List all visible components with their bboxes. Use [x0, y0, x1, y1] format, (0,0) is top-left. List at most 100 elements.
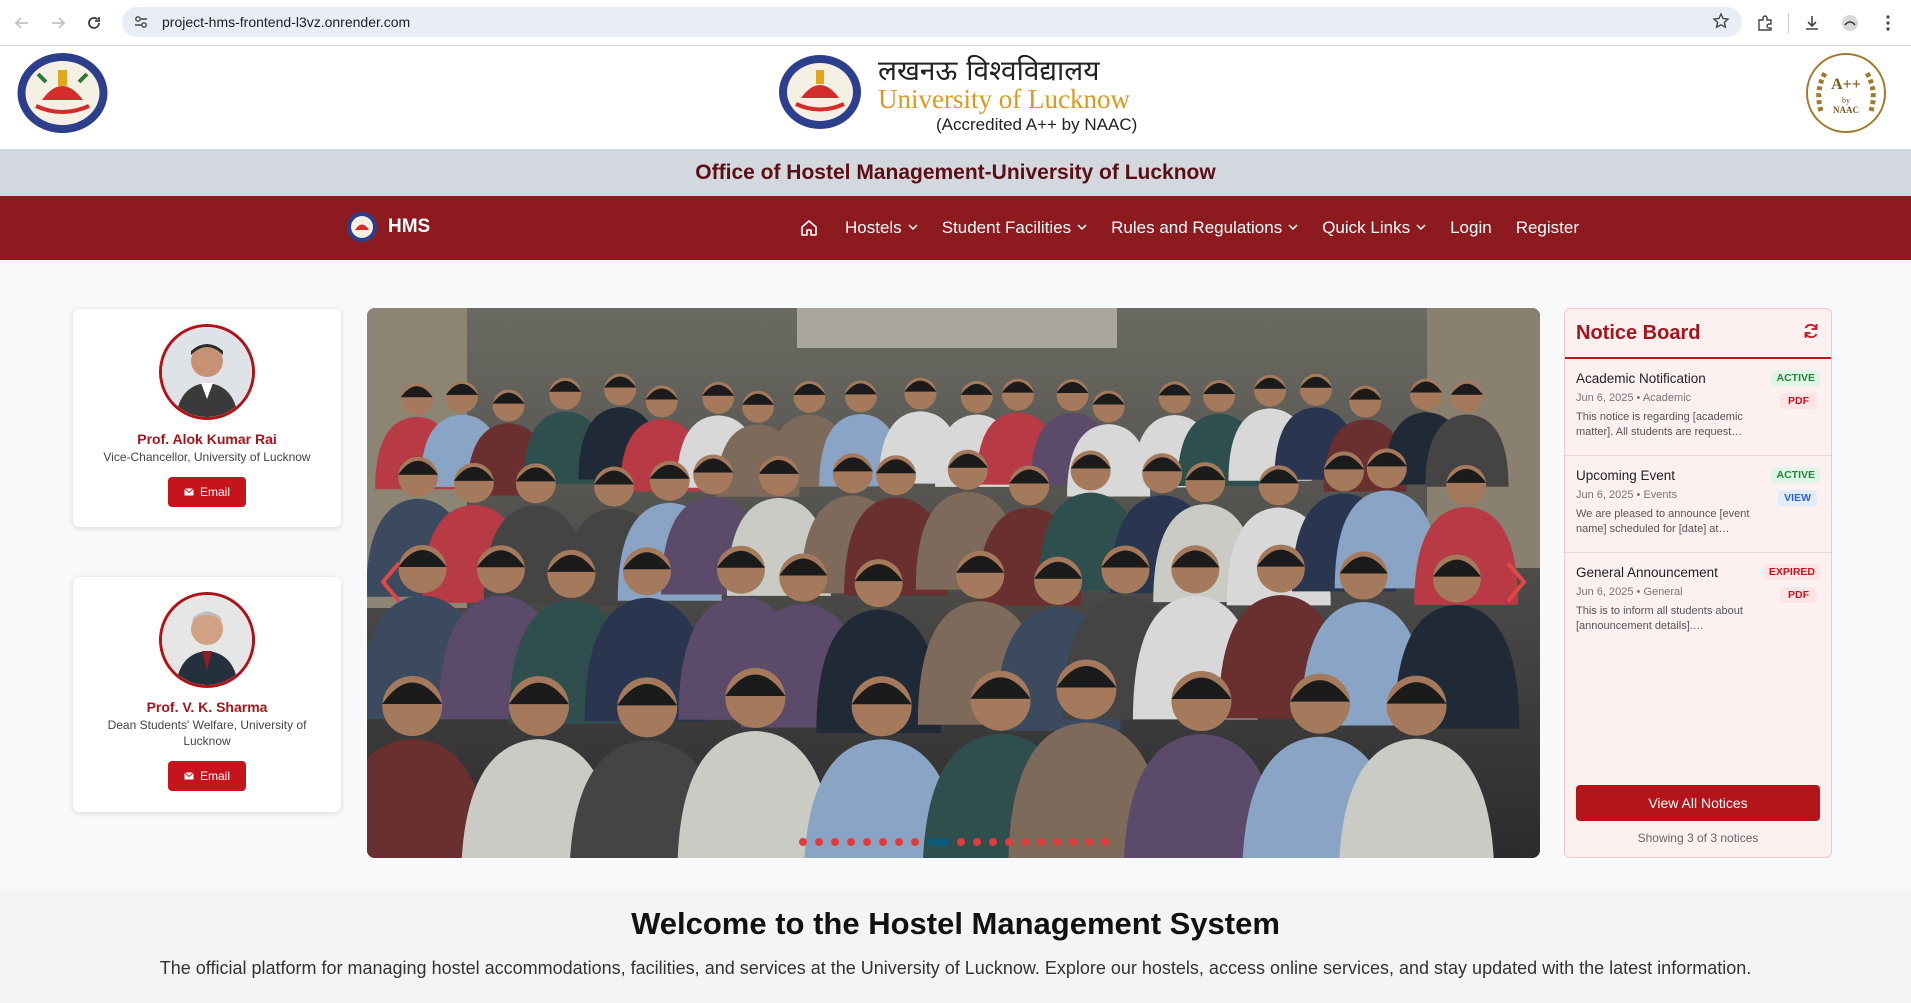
- view-all-notices-button[interactable]: View All Notices: [1576, 785, 1820, 821]
- back-icon[interactable]: [8, 9, 36, 37]
- welcome-description: The official platform for managing hoste…: [159, 958, 1752, 978]
- nav-quick-links-label: Quick Links: [1322, 218, 1411, 237]
- carousel-dot[interactable]: [972, 838, 981, 846]
- hindi-title: लखनऊ विश्वविद्यालय: [878, 54, 1100, 87]
- bookmark-star-icon[interactable]: [1712, 12, 1730, 35]
- carousel-dot[interactable]: [1020, 838, 1029, 846]
- carousel-dot[interactable]: [798, 838, 807, 846]
- carousel-dot[interactable]: [1004, 838, 1013, 846]
- carousel-dot[interactable]: [1036, 838, 1045, 846]
- carousel-prev-arrow[interactable]: [377, 560, 405, 604]
- download-icon[interactable]: [1797, 8, 1827, 38]
- chevron-down-icon: [1288, 222, 1298, 234]
- carousel-dot[interactable]: [1084, 838, 1093, 846]
- notice-board: Notice Board Academic Notification Jun 6…: [1564, 308, 1832, 858]
- photo-carousel[interactable]: [367, 308, 1540, 858]
- carousel-dot[interactable]: [862, 838, 871, 846]
- email-button-label: Email: [199, 769, 230, 783]
- email-button[interactable]: Email: [167, 761, 246, 791]
- welcome-title: Welcome to the Hostel Management System: [631, 906, 1280, 941]
- chevron-down-icon: [908, 222, 918, 234]
- person-name: Prof. Alok Kumar Rai: [137, 431, 277, 447]
- toolbar-divider: [1788, 13, 1789, 33]
- profile-icon[interactable]: [1835, 8, 1865, 38]
- mail-icon: [184, 769, 194, 783]
- extensions-icon[interactable]: [1750, 8, 1780, 38]
- logo-header: लखनऊ विश्वविद्यालय University of Lucknow…: [0, 46, 1911, 149]
- nav-student-facilities[interactable]: Student Facilities: [942, 218, 1087, 238]
- nav-brand[interactable]: HMS: [346, 211, 430, 243]
- carousel-dot[interactable]: [1052, 838, 1061, 846]
- nav-hostels-label: Hostels: [845, 218, 902, 237]
- person-name: Prof. V. K. Sharma: [146, 699, 268, 715]
- office-title: Office of Hostel Management-University o…: [695, 160, 1216, 184]
- reload-icon[interactable]: [80, 9, 108, 37]
- carousel-next-arrow[interactable]: [1502, 560, 1530, 604]
- svg-text:NAAC: NAAC: [1833, 105, 1859, 115]
- nav-rules-label: Rules and Regulations: [1111, 218, 1283, 237]
- pdf-button[interactable]: PDF: [1780, 587, 1817, 603]
- browser-menu-icon[interactable]: [1873, 8, 1903, 38]
- home-icon[interactable]: [799, 218, 819, 238]
- office-title-bar: Office of Hostel Management-University o…: [0, 149, 1911, 196]
- person-role: Dean Students' Welfare, University of Lu…: [107, 718, 307, 748]
- carousel-dots: [367, 838, 1540, 846]
- carousel-dot[interactable]: [814, 838, 823, 846]
- carousel-dot[interactable]: [894, 838, 903, 846]
- nav-menu: Hostels Student Facilities Rules and Reg…: [799, 196, 1603, 260]
- carousel-dot[interactable]: [830, 838, 839, 846]
- carousel-dot[interactable]: [988, 838, 997, 846]
- forward-icon[interactable]: [44, 9, 72, 37]
- university-seal-logo: [16, 52, 109, 134]
- nav-quick-links[interactable]: Quick Links: [1322, 218, 1426, 238]
- person-role: Vice-Chancellor, University of Lucknow: [103, 450, 311, 464]
- nav-brand-label: HMS: [388, 216, 431, 237]
- nav-rules-regulations[interactable]: Rules and Regulations: [1111, 218, 1298, 238]
- nav-register[interactable]: Register: [1516, 218, 1579, 238]
- notice-description: This is to inform all students about [an…: [1576, 605, 1743, 632]
- vice-chancellor-card: Prof. Alok Kumar Rai Vice-Chancellor, Un…: [73, 309, 341, 527]
- carousel-dot[interactable]: [846, 838, 855, 846]
- nav-login[interactable]: Login: [1450, 218, 1492, 238]
- email-button[interactable]: Email: [167, 477, 246, 507]
- chevron-down-icon: [1416, 222, 1426, 234]
- notice-item[interactable]: Academic Notification Jun 6, 2025 • Acad…: [1565, 359, 1831, 456]
- notice-board-title: Notice Board: [1576, 321, 1701, 344]
- notice-item[interactable]: Upcoming Event Jun 6, 2025 • Events We a…: [1565, 456, 1831, 553]
- pdf-button[interactable]: PDF: [1780, 393, 1817, 409]
- main-navbar: HMS Hostels Student Facilities Rules and…: [0, 196, 1911, 260]
- brand-seal-logo: [778, 54, 862, 130]
- nav-student-facilities-label: Student Facilities: [941, 218, 1072, 237]
- site-info-icon[interactable]: [126, 7, 156, 37]
- carousel-dot[interactable]: [1068, 838, 1077, 846]
- address-bar[interactable]: project-hms-frontend-l3vz.onrender.com: [122, 7, 1742, 37]
- nav-logo: [346, 211, 378, 243]
- carousel-dot[interactable]: [1100, 838, 1109, 846]
- carousel-dot[interactable]: [878, 838, 887, 846]
- dean-card: Prof. V. K. Sharma Dean Students' Welfar…: [73, 577, 341, 812]
- accreditation-text: (Accredited A++ by NAAC): [936, 115, 1138, 134]
- status-badge: ACTIVE: [1771, 370, 1820, 386]
- carousel-dot[interactable]: [956, 838, 965, 846]
- avatar: [159, 324, 255, 420]
- mail-icon: [184, 485, 194, 499]
- naac-badge-logo: A++ by NAAC: [1805, 51, 1887, 135]
- url-text: project-hms-frontend-l3vz.onrender.com: [162, 14, 411, 30]
- refresh-icon[interactable]: [1802, 322, 1820, 345]
- notice-item[interactable]: General Announcement Jun 6, 2025 • Gener…: [1565, 553, 1831, 650]
- svg-text:A++: A++: [1831, 76, 1861, 93]
- svg-text:by: by: [1842, 96, 1850, 105]
- browser-toolbar: project-hms-frontend-l3vz.onrender.com: [0, 0, 1911, 46]
- notice-description: This notice is regarding [academic matte…: [1576, 411, 1743, 438]
- view-button[interactable]: VIEW: [1778, 490, 1817, 506]
- nav-hostels[interactable]: Hostels: [845, 218, 918, 238]
- carousel-photo: [367, 308, 1540, 858]
- chevron-down-icon: [1077, 222, 1087, 234]
- avatar: [159, 592, 255, 688]
- notice-description: We are pleased to announce [event name] …: [1576, 508, 1750, 535]
- carousel-dot[interactable]: [910, 838, 919, 846]
- carousel-dot[interactable]: [926, 838, 949, 846]
- browser-actions: [1750, 8, 1911, 38]
- english-title: University of Lucknow: [878, 84, 1130, 114]
- email-button-label: Email: [199, 485, 230, 499]
